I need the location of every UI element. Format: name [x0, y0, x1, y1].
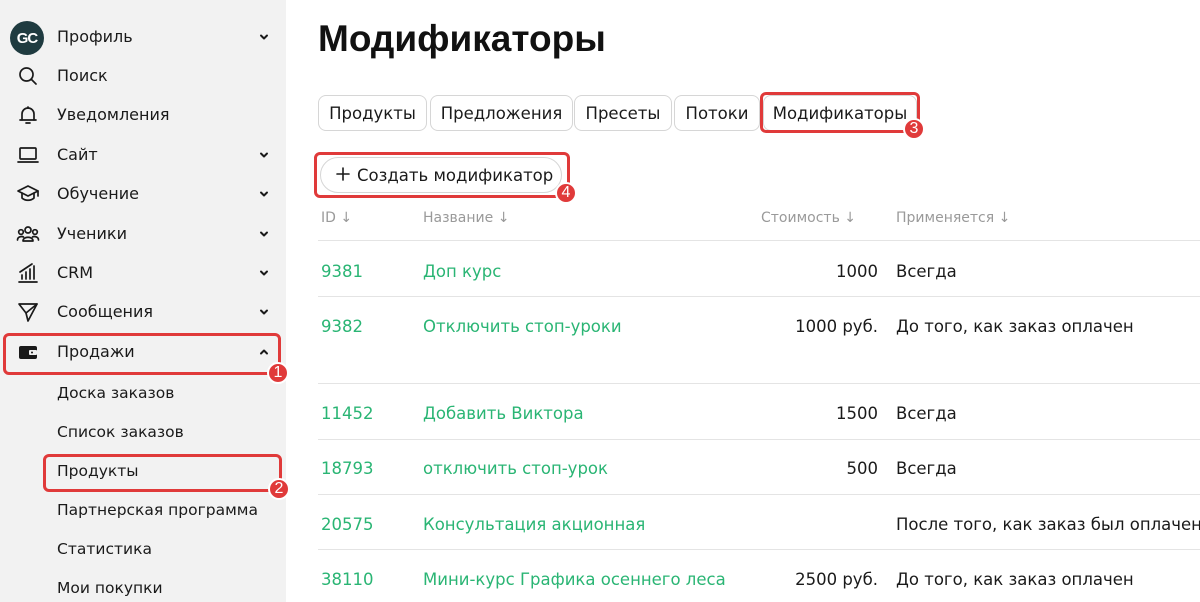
highlight-create-button [314, 152, 570, 198]
tab-label: Пресеты [585, 103, 661, 123]
annotation-badge-3: 3 [903, 118, 925, 140]
page-title: Модификаторы [318, 18, 606, 59]
tab-label: Продукты [329, 103, 416, 123]
tab-products[interactable]: Продукты [318, 95, 427, 131]
tab-streams[interactable]: Потоки [674, 95, 760, 131]
annotation-badge-2: 2 [268, 478, 290, 500]
sidebar-subitem-my-purchases[interactable]: Мои покупки [57, 579, 163, 597]
row-id-link[interactable]: 9381 [321, 262, 363, 281]
row-id-link[interactable]: 20575 [321, 515, 374, 534]
row-applies: Всегда [896, 404, 957, 423]
row-applies: До того, как заказ оплачен [896, 570, 1134, 589]
sidebar-item-label: Сообщения [57, 302, 154, 321]
sidebar-item-site[interactable]: Сайт [0, 135, 286, 174]
sidebar-item-search[interactable]: Поиск [0, 56, 286, 95]
sidebar-item-students[interactable]: Ученики [0, 214, 286, 253]
annotation-badge-1: 1 [267, 362, 289, 384]
send-icon [14, 298, 42, 326]
chevron-down-icon [258, 31, 270, 43]
sidebar-subitem-order-list[interactable]: Список заказов [57, 423, 184, 441]
column-header-id[interactable]: ID ↓ [321, 210, 352, 226]
sidebar-item-learning[interactable]: Обучение [0, 174, 286, 213]
column-header-name[interactable]: Название ↓ [423, 210, 509, 226]
row-name-link[interactable]: Консультация акционная [423, 515, 645, 534]
tab-presets[interactable]: Пресеты [574, 95, 672, 131]
annotation-badge-4: 4 [555, 182, 577, 204]
row-cost: 1000 руб. [795, 317, 878, 336]
bell-icon [14, 101, 42, 129]
row-id-link[interactable]: 18793 [321, 459, 374, 478]
tab-offers[interactable]: Предложения [430, 95, 573, 131]
divider [318, 549, 1200, 550]
users-icon [14, 220, 42, 248]
sidebar-item-label: Ученики [57, 224, 127, 243]
row-name-link[interactable]: Добавить Виктора [423, 404, 584, 423]
divider [318, 296, 1200, 297]
sidebar: GC Профиль Поиск Уведомления Сайт Обучен… [0, 0, 286, 602]
sidebar-subitem-affiliate[interactable]: Партнерская программа [57, 501, 258, 519]
sidebar-item-label: Поиск [57, 66, 108, 85]
search-icon [14, 62, 42, 90]
row-name-link[interactable]: Мини-курс Графика осеннего леса [423, 570, 726, 589]
highlight-products [43, 454, 282, 492]
highlight-modifiers-tab [760, 92, 920, 133]
chevron-down-icon [258, 306, 270, 318]
sidebar-item-label: CRM [57, 263, 94, 282]
row-cost: 1500 [836, 404, 878, 423]
row-id-link[interactable]: 11452 [321, 404, 374, 423]
row-id-link[interactable]: 9382 [321, 317, 363, 336]
highlight-sales [3, 333, 281, 375]
row-name-link[interactable]: отключить стоп-урок [423, 459, 608, 478]
chevron-down-icon [258, 188, 270, 200]
sidebar-item-label: Обучение [57, 184, 139, 203]
sidebar-item-label: Профиль [57, 27, 133, 46]
divider [318, 439, 1200, 440]
tab-label: Предложения [440, 103, 563, 123]
sidebar-subitem-order-board[interactable]: Доска заказов [57, 384, 174, 402]
chart-icon [14, 259, 42, 287]
divider [318, 240, 1200, 241]
row-cost: 500 [846, 459, 879, 478]
graduation-cap-icon [14, 180, 42, 208]
column-header-cost[interactable]: Стоимость ↓ [761, 210, 856, 226]
tab-label: Потоки [685, 103, 749, 123]
sidebar-item-profile[interactable]: Профиль [0, 17, 286, 56]
row-applies: До того, как заказ оплачен [896, 317, 1134, 336]
row-applies: Всегда [896, 262, 957, 281]
column-header-applies[interactable]: Применяется ↓ [896, 210, 1010, 226]
sidebar-item-messages[interactable]: Сообщения [0, 292, 286, 331]
chevron-down-icon [258, 228, 270, 240]
chevron-down-icon [258, 267, 270, 279]
row-name-link[interactable]: Доп курс [423, 262, 501, 281]
divider [318, 494, 1200, 495]
sidebar-item-label: Сайт [57, 145, 98, 164]
row-applies: После того, как заказ был оплачен [896, 515, 1200, 534]
row-applies: Всегда [896, 459, 957, 478]
laptop-icon [14, 141, 42, 169]
chevron-down-icon [258, 149, 270, 161]
sidebar-item-label: Уведомления [57, 105, 170, 124]
sidebar-item-crm[interactable]: CRM [0, 253, 286, 292]
sidebar-item-notifications[interactable]: Уведомления [0, 95, 286, 134]
divider [318, 383, 1200, 384]
sidebar-subitem-statistics[interactable]: Статистика [57, 540, 152, 558]
row-cost: 2500 руб. [795, 570, 878, 589]
row-id-link[interactable]: 38110 [321, 570, 374, 589]
row-cost: 1000 [836, 262, 878, 281]
row-name-link[interactable]: Отключить стоп-уроки [423, 317, 622, 336]
